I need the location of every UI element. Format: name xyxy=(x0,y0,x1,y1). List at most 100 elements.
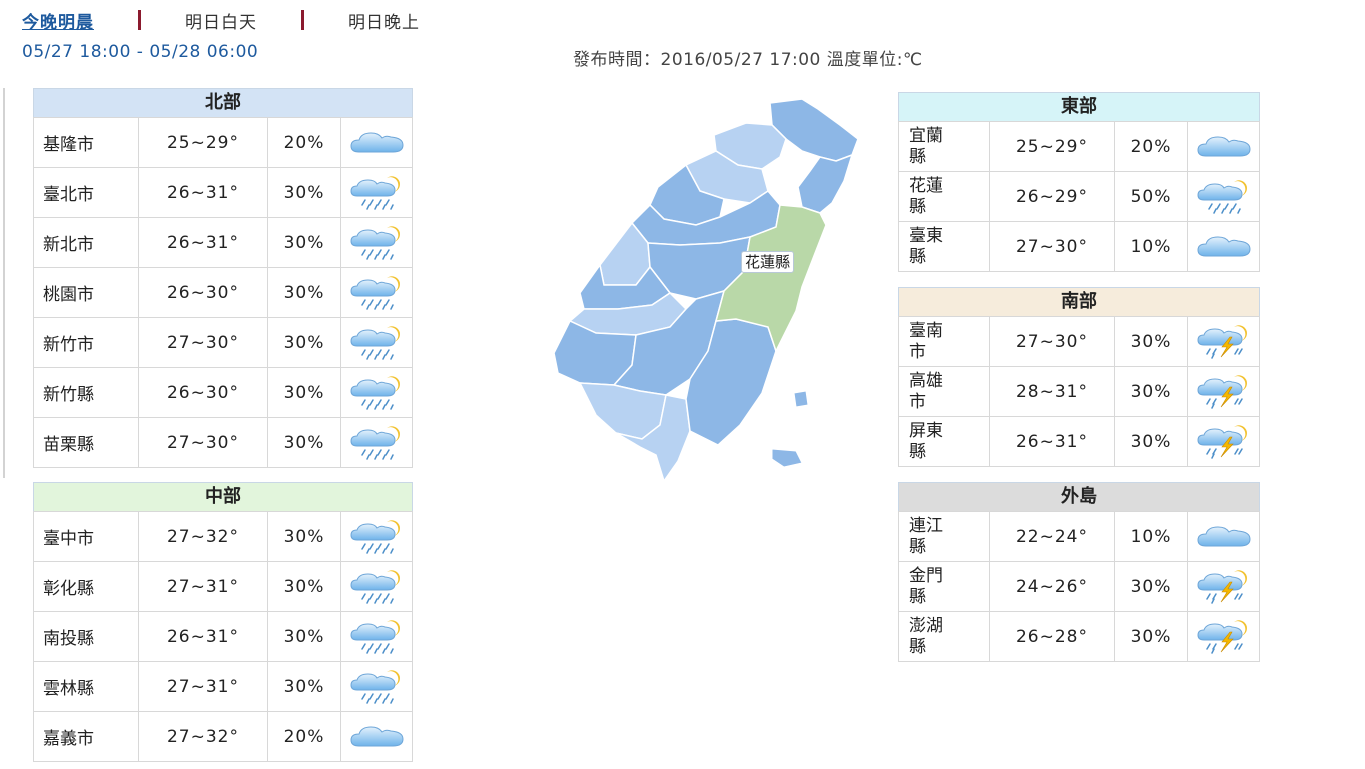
map-islet-orchid xyxy=(771,448,803,468)
forecast-row: 苗栗縣 27~30° 30% xyxy=(33,417,413,468)
cloudy-showers-icon xyxy=(340,661,413,712)
forecast-table: 宜蘭縣 25~29° 20% 花蓮縣 26~29° 50% 臺東縣 27~30° 10% xyxy=(898,121,1260,272)
tab-tomorrow-night[interactable]: 明日晚上 xyxy=(348,8,420,33)
tab-tomorrow-day[interactable]: 明日白天 xyxy=(185,8,257,33)
temperature-range: 22~24° xyxy=(989,511,1115,562)
forecast-row: 新北市 26~31° 30% xyxy=(33,217,413,268)
temperature-range: 24~26° xyxy=(989,561,1115,612)
cloudy-icon xyxy=(1187,511,1260,562)
rain-probability: 30% xyxy=(267,417,341,468)
rain-probability: 30% xyxy=(267,217,341,268)
city-name[interactable]: 花蓮縣 xyxy=(898,171,990,222)
city-name[interactable]: 彰化縣 xyxy=(33,561,139,612)
city-name[interactable]: 金門縣 xyxy=(898,561,990,612)
cloudy-showers-icon xyxy=(340,417,413,468)
city-name[interactable]: 基隆市 xyxy=(33,117,139,168)
rain-probability: 10% xyxy=(1114,511,1188,562)
forecast-table: 臺中市 27~32° 30% 彰化縣 27~31° 30% 南投縣 26~31° 30% 雲… xyxy=(33,511,413,762)
thunderstorm-icon xyxy=(1187,561,1260,612)
city-name[interactable]: 新北市 xyxy=(33,217,139,268)
city-name[interactable]: 新竹縣 xyxy=(33,367,139,418)
temperature-range: 26~31° xyxy=(138,167,268,218)
cloudy-showers-icon xyxy=(1187,171,1260,222)
forecast-row: 臺南市 27~30° 30% xyxy=(898,316,1260,367)
city-name[interactable]: 臺東縣 xyxy=(898,221,990,272)
temperature-range: 27~30° xyxy=(989,221,1115,272)
forecast-row: 高雄市 28~31° 30% xyxy=(898,366,1260,417)
forecast-row: 宜蘭縣 25~29° 20% xyxy=(898,121,1260,172)
forecast-row: 新竹縣 26~30° 30% xyxy=(33,367,413,418)
city-name[interactable]: 南投縣 xyxy=(33,611,139,662)
forecast-row: 澎湖縣 26~28° 30% xyxy=(898,611,1260,662)
forecast-tabs: 今晚明晨 明日白天 明日晚上 xyxy=(22,8,420,33)
cloudy-icon xyxy=(1187,121,1260,172)
city-name[interactable]: 高雄市 xyxy=(898,366,990,417)
temperature-range: 25~29° xyxy=(989,121,1115,172)
taiwan-map xyxy=(553,98,859,483)
thunderstorm-icon xyxy=(1187,366,1260,417)
cloudy-showers-icon xyxy=(340,511,413,562)
cloudy-showers-icon xyxy=(340,317,413,368)
city-name[interactable]: 臺南市 xyxy=(898,316,990,367)
temperature-range: 27~31° xyxy=(138,661,268,712)
rain-probability: 20% xyxy=(267,117,341,168)
thunderstorm-icon xyxy=(1187,611,1260,662)
thunderstorm-icon xyxy=(1187,416,1260,467)
rain-probability: 30% xyxy=(267,367,341,418)
forecast-row: 臺東縣 27~30° 10% xyxy=(898,221,1260,272)
tab-tonight[interactable]: 今晚明晨 xyxy=(22,8,94,33)
tab-separator xyxy=(301,10,304,30)
rain-probability: 20% xyxy=(1114,121,1188,172)
map-highlight-label: 花蓮縣 xyxy=(741,251,795,273)
city-name[interactable]: 連江縣 xyxy=(898,511,990,562)
forecast-row: 臺北市 26~31° 30% xyxy=(33,167,413,218)
forecast-row: 花蓮縣 26~29° 50% xyxy=(898,171,1260,222)
cloudy-icon xyxy=(1187,221,1260,272)
city-name[interactable]: 新竹市 xyxy=(33,317,139,368)
city-name[interactable]: 雲林縣 xyxy=(33,661,139,712)
forecast-row: 基隆市 25~29° 20% xyxy=(33,117,413,168)
region-south: 南部 臺南市 27~30° 30% 高雄市 28~31° 30% 屏東縣 26~31° 30… xyxy=(898,287,1260,467)
rain-probability: 30% xyxy=(267,167,341,218)
cloudy-showers-icon xyxy=(340,611,413,662)
rain-probability: 30% xyxy=(267,661,341,712)
publish-time: 發布時間：2016/05/27 17:00 溫度單位:℃ xyxy=(573,50,923,70)
forecast-period: 05/27 18:00 - 05/28 06:00 xyxy=(22,42,259,62)
city-name[interactable]: 屏東縣 xyxy=(898,416,990,467)
rain-probability: 20% xyxy=(267,711,341,762)
city-name[interactable]: 臺中市 xyxy=(33,511,139,562)
region-central: 中部 臺中市 27~32° 30% 彰化縣 27~31° 30% 南投縣 26~31° 30… xyxy=(33,482,413,762)
temperature-range: 27~30° xyxy=(138,317,268,368)
region-header: 南部 xyxy=(898,287,1260,316)
rain-probability: 30% xyxy=(267,511,341,562)
left-divider xyxy=(3,88,5,478)
cloudy-showers-icon xyxy=(340,217,413,268)
map-county-yilan[interactable] xyxy=(797,153,854,214)
region-header: 外島 xyxy=(898,482,1260,511)
forecast-row: 南投縣 26~31° 30% xyxy=(33,611,413,662)
city-name[interactable]: 桃園市 xyxy=(33,267,139,318)
region-east: 東部 宜蘭縣 25~29° 20% 花蓮縣 26~29° 50% 臺東縣 27~30° 10… xyxy=(898,92,1260,272)
temperature-range: 28~31° xyxy=(989,366,1115,417)
temperature-range: 26~30° xyxy=(138,367,268,418)
forecast-row: 連江縣 22~24° 10% xyxy=(898,511,1260,562)
rain-probability: 50% xyxy=(1114,171,1188,222)
map-islet-greenisland xyxy=(793,390,809,408)
city-name[interactable]: 嘉義市 xyxy=(33,711,139,762)
rain-probability: 10% xyxy=(1114,221,1188,272)
temperature-range: 26~30° xyxy=(138,267,268,318)
temperature-range: 27~30° xyxy=(989,316,1115,367)
forecast-row: 金門縣 24~26° 30% xyxy=(898,561,1260,612)
region-header: 北部 xyxy=(33,88,413,117)
city-name[interactable]: 苗栗縣 xyxy=(33,417,139,468)
city-name[interactable]: 澎湖縣 xyxy=(898,611,990,662)
city-name[interactable]: 宜蘭縣 xyxy=(898,121,990,172)
forecast-row: 雲林縣 27~31° 30% xyxy=(33,661,413,712)
city-name[interactable]: 臺北市 xyxy=(33,167,139,218)
cloudy-showers-icon xyxy=(340,267,413,318)
region-islands: 外島 連江縣 22~24° 10% 金門縣 24~26° 30% 澎湖縣 26~28° 30… xyxy=(898,482,1260,662)
cloudy-showers-icon xyxy=(340,367,413,418)
cloudy-icon xyxy=(340,711,413,762)
map-county-keelung-taipei[interactable] xyxy=(769,98,859,162)
temperature-range: 26~28° xyxy=(989,611,1115,662)
